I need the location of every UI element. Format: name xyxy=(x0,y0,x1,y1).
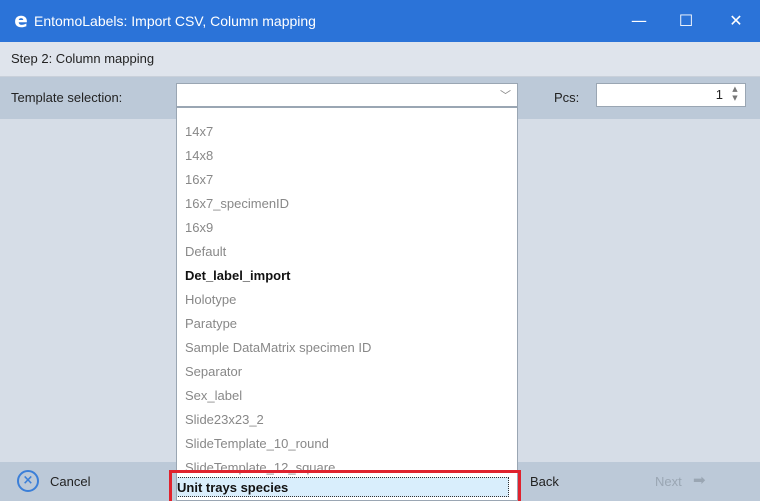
dropdown-option[interactable]: Holotype xyxy=(185,288,236,312)
dropdown-option[interactable]: 14x8 xyxy=(185,144,213,168)
step-header: Step 2: Column mapping xyxy=(0,42,760,77)
dropdown-option[interactable]: Sample DataMatrix specimen ID xyxy=(185,336,371,360)
next-button[interactable]: Next xyxy=(655,462,682,501)
dropdown-option[interactable]: Paratype xyxy=(185,312,237,336)
dropdown-option[interactable]: SlideTemplate_10_round xyxy=(185,432,329,456)
dropdown-option[interactable]: 16x7 xyxy=(185,168,213,192)
title-bar: e EntomoLabels: Import CSV, Column mappi… xyxy=(0,0,760,42)
pcs-stepper[interactable]: 1 ▲ ▼ xyxy=(596,83,746,107)
cancel-icon[interactable]: × xyxy=(17,470,39,492)
minimize-button[interactable]: — xyxy=(615,0,663,42)
step-title: Step 2: Column mapping xyxy=(11,51,155,66)
spinner-arrows-icon[interactable]: ▲ ▼ xyxy=(729,85,741,105)
dropdown-option[interactable]: Default xyxy=(185,240,226,264)
selection-highlight-box xyxy=(169,470,521,501)
back-button[interactable]: Back xyxy=(530,462,559,501)
dropdown-option-bold[interactable]: Det_label_import xyxy=(185,264,290,288)
arrow-right-icon: ➡ xyxy=(693,471,706,489)
pcs-value: 1 xyxy=(715,87,723,102)
window-title: EntomoLabels: Import CSV, Column mapping xyxy=(34,13,316,29)
pcs-label: Pcs: xyxy=(554,90,580,105)
dropdown-option[interactable]: Slide23x23_2 xyxy=(185,408,264,432)
app-logo-icon: e xyxy=(14,8,28,32)
dropdown-option[interactable]: Separator xyxy=(185,360,242,384)
cancel-button[interactable]: Cancel xyxy=(50,462,90,501)
maximize-button[interactable]: ☐ xyxy=(662,0,710,42)
dropdown-option[interactable]: 14x7 xyxy=(185,120,213,144)
template-select[interactable]: ﹀ xyxy=(176,83,518,107)
dropdown-option[interactable]: 16x7_specimenID xyxy=(185,192,289,216)
chevron-down-icon[interactable]: ﹀ xyxy=(500,87,511,103)
dropdown-option[interactable]: Sex_label xyxy=(185,384,242,408)
close-button[interactable]: ✕ xyxy=(712,0,760,42)
template-selection-label: Template selection: xyxy=(11,90,123,105)
dropdown-option[interactable]: 16x9 xyxy=(185,216,213,240)
template-dropdown-list[interactable]: 14x7 14x8 16x7 16x7_specimenID 16x9 Defa… xyxy=(176,107,518,501)
